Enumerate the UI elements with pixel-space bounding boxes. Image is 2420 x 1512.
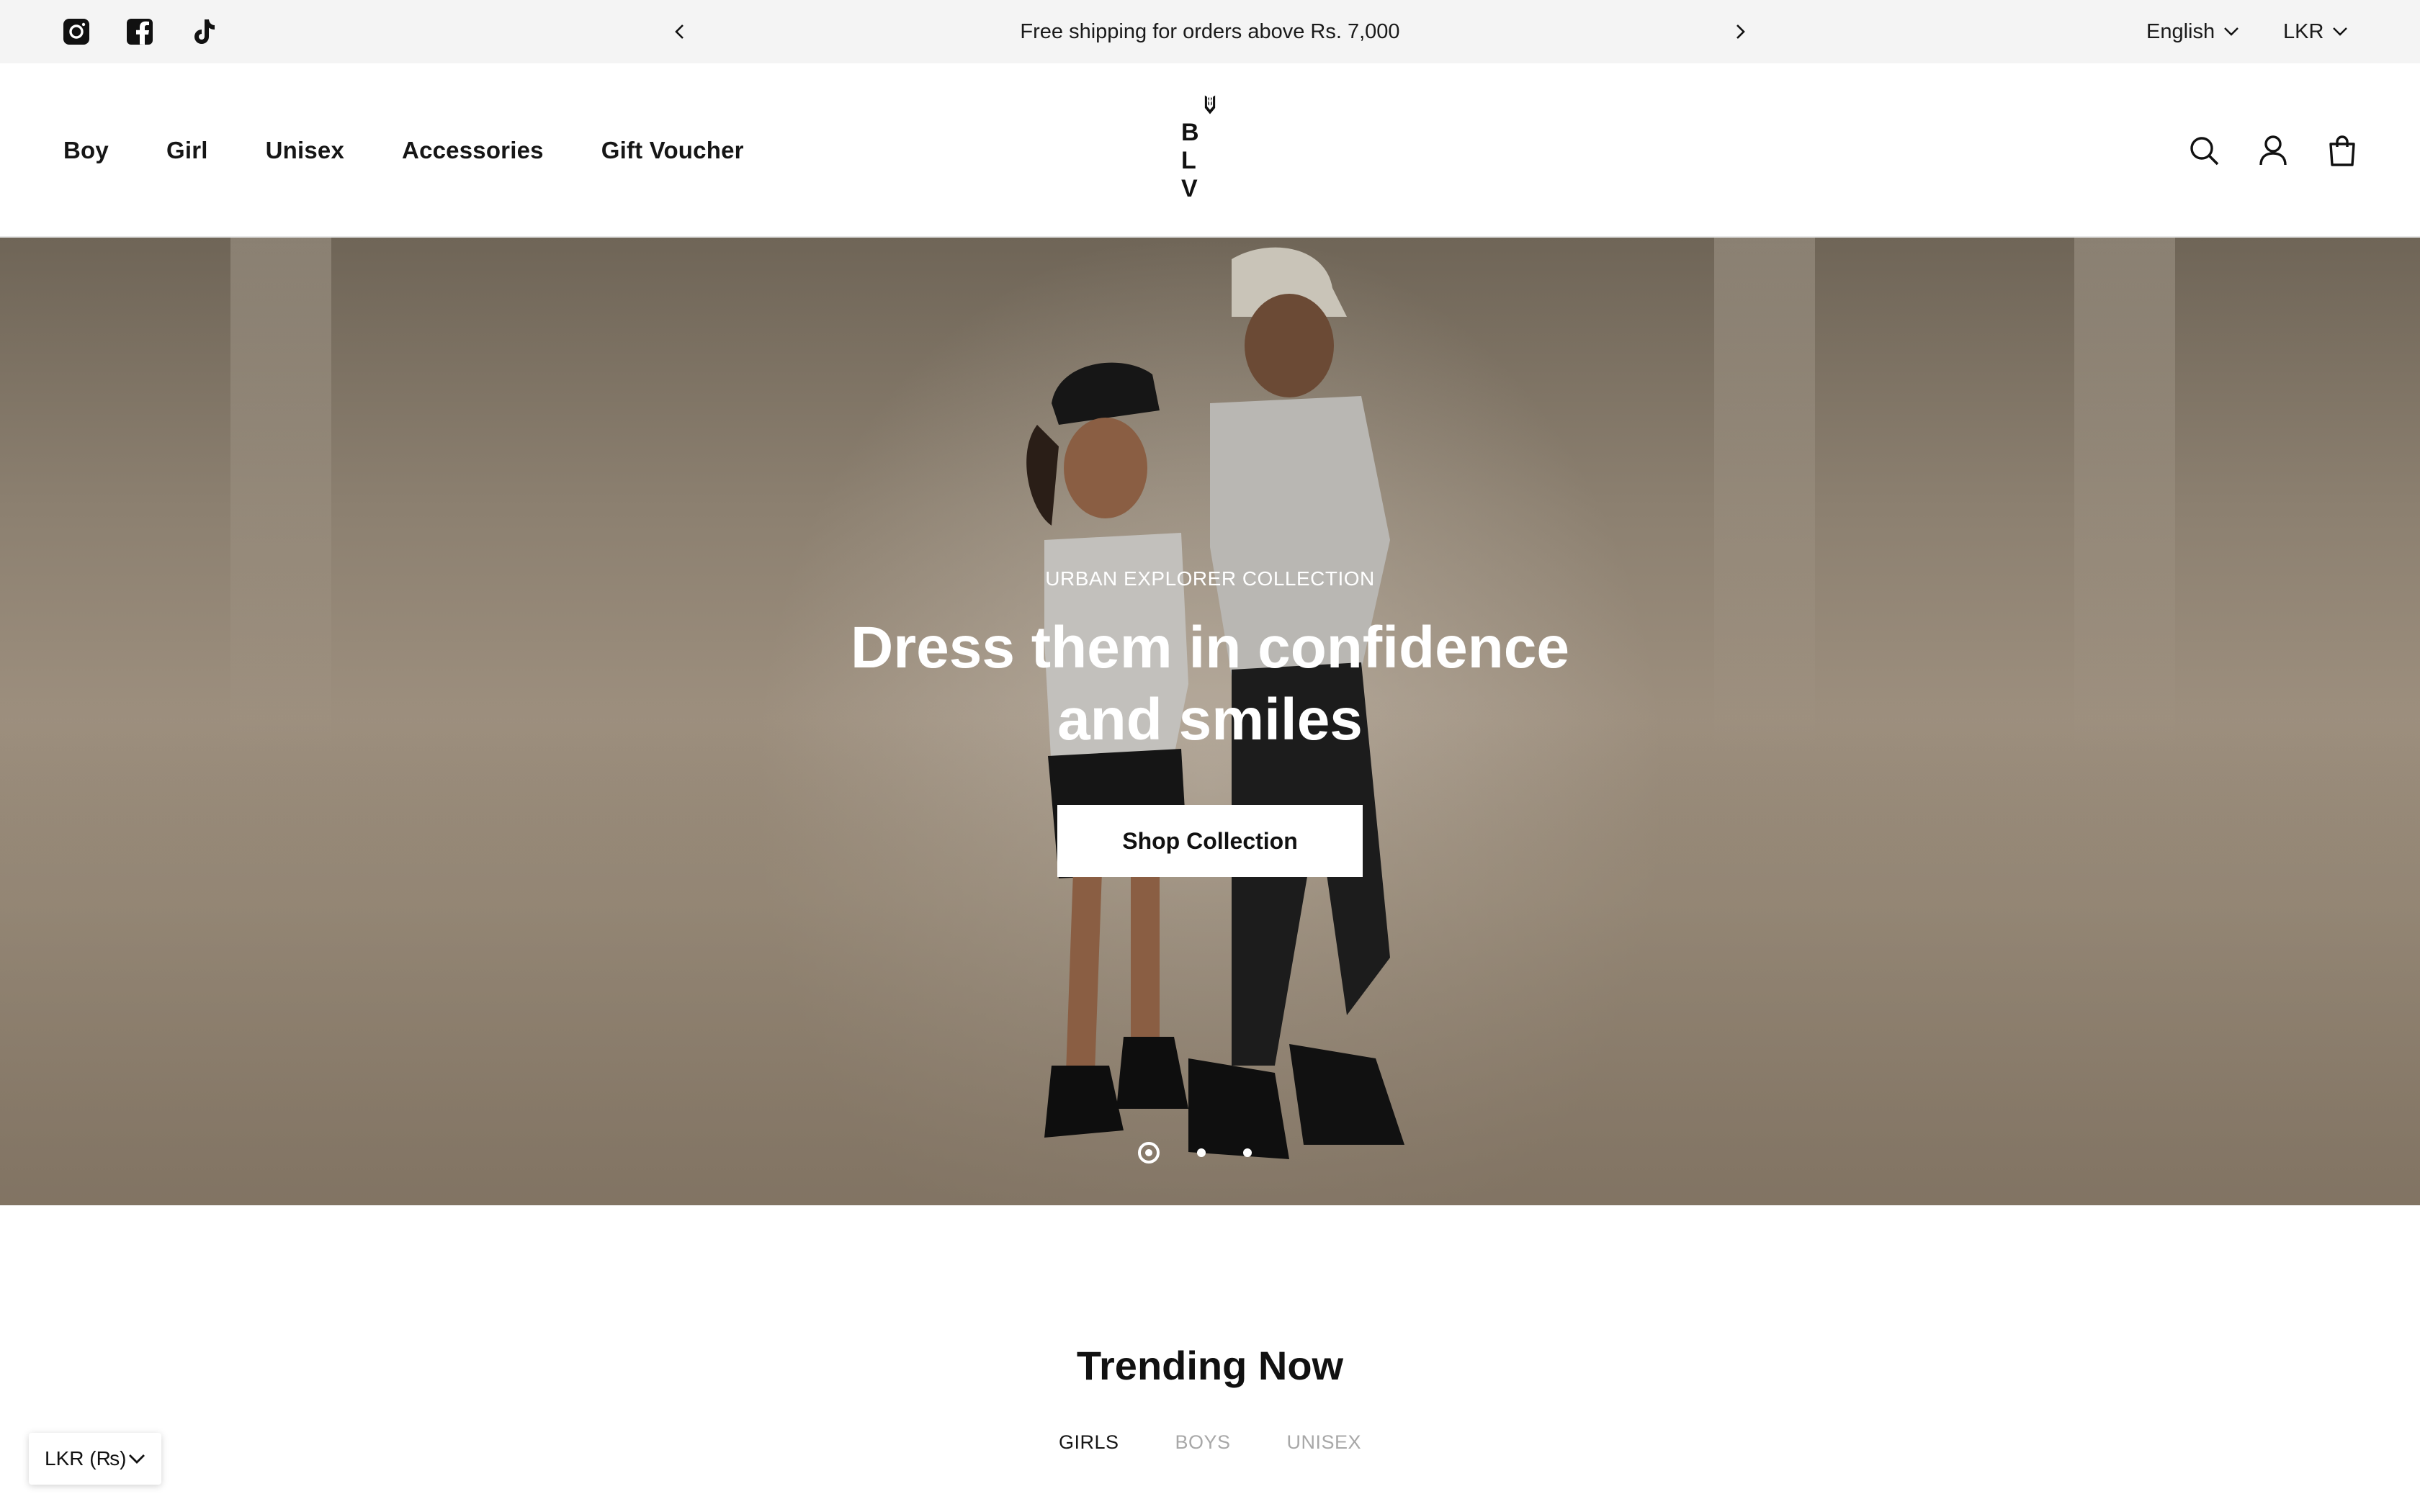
nav-item-girl[interactable]: Girl bbox=[166, 137, 208, 164]
search-icon[interactable] bbox=[2187, 133, 2221, 168]
slide-dot-3[interactable] bbox=[1243, 1148, 1252, 1157]
announcement-bar: Free shipping for orders above Rs. 7,000… bbox=[0, 0, 2420, 63]
nav-item-accessories[interactable]: Accessories bbox=[402, 137, 544, 164]
announcement-prev-arrow[interactable] bbox=[664, 16, 696, 48]
shop-collection-button[interactable]: Shop Collection bbox=[1057, 805, 1363, 877]
logo-mark-icon bbox=[1204, 95, 1216, 114]
tab-unisex[interactable]: UNISEX bbox=[1287, 1431, 1362, 1454]
nav-item-boy[interactable]: Boy bbox=[63, 137, 109, 164]
account-icon[interactable] bbox=[2256, 133, 2290, 168]
social-links bbox=[60, 16, 219, 48]
nav-item-unisex[interactable]: Unisex bbox=[266, 137, 344, 164]
instagram-icon[interactable] bbox=[60, 16, 92, 48]
hero-eyebrow: URBAN EXPLORER COLLECTION bbox=[1045, 567, 1375, 590]
cart-icon[interactable] bbox=[2325, 133, 2360, 168]
header-actions bbox=[2187, 63, 2360, 238]
currency-widget-label: LKR (₨) bbox=[45, 1447, 127, 1470]
hero-headline: Dress them in confidence and smiles bbox=[851, 615, 1569, 752]
trending-tabs: GIRLS BOYS UNISEX bbox=[0, 1431, 2420, 1454]
announcement-message: Free shipping for orders above Rs. 7,000 bbox=[1020, 20, 1400, 43]
tab-girls[interactable]: GIRLS bbox=[1059, 1431, 1119, 1454]
currency-selector[interactable]: LKR bbox=[2283, 0, 2348, 63]
chevron-down-icon bbox=[2224, 27, 2238, 36]
tiktok-icon[interactable] bbox=[187, 16, 219, 48]
slide-dot-1[interactable] bbox=[1138, 1142, 1160, 1164]
language-selector[interactable]: English bbox=[2146, 0, 2239, 63]
currency-widget[interactable]: LKR (₨) bbox=[29, 1433, 161, 1485]
trending-title: Trending Now bbox=[1076, 1343, 1344, 1388]
nav-item-gift-voucher[interactable]: Gift Voucher bbox=[601, 137, 744, 164]
hero-content: URBAN EXPLORER COLLECTION Dress them in … bbox=[0, 238, 2420, 1205]
currency-label: LKR bbox=[2283, 19, 2324, 43]
facebook-icon[interactable] bbox=[124, 16, 156, 48]
slideshow-pagination bbox=[1138, 1142, 1252, 1164]
language-label: English bbox=[2146, 19, 2215, 43]
main-nav: Boy Girl Unisex Accessories Gift Voucher bbox=[63, 63, 744, 238]
chevron-down-icon bbox=[129, 1454, 145, 1464]
slide-dot-2[interactable] bbox=[1197, 1148, 1206, 1157]
logo-wordmark: B L V bbox=[1181, 119, 1218, 202]
site-header: Boy Girl Unisex Accessories Gift Voucher… bbox=[0, 63, 2420, 238]
hero-banner: URBAN EXPLORER COLLECTION Dress them in … bbox=[0, 238, 2420, 1205]
tab-boys[interactable]: BOYS bbox=[1175, 1431, 1230, 1454]
announcement-next-arrow[interactable] bbox=[1724, 16, 1756, 48]
chevron-down-icon bbox=[2333, 27, 2348, 36]
brand-logo[interactable]: B L V bbox=[1162, 95, 1258, 203]
